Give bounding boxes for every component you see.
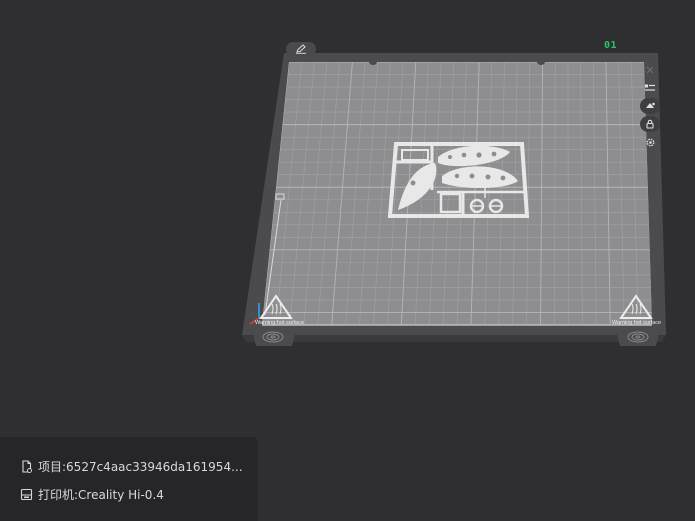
list-icon [645, 84, 655, 91]
project-info-panel: 项目:6527c4aac33946da161954... 打印机:Crealit… [0, 437, 258, 521]
printer-name-row[interactable]: 打印机:Creality Hi-0.4 [20, 486, 164, 503]
warning-label-left: Warning hot surface [255, 320, 304, 326]
pencil-icon [296, 44, 306, 54]
plate-number[interactable]: 01 [604, 40, 617, 51]
plate-settings-button[interactable] [640, 134, 660, 150]
auto-orient-button[interactable] [640, 98, 660, 114]
close-plate-button[interactable] [640, 62, 660, 78]
project-name-row[interactable]: 项目:6527c4aac33946da161954... [20, 458, 243, 475]
project-name-label: 项目:6527c4aac33946da161954... [38, 460, 243, 474]
edit-plate-button[interactable] [286, 42, 316, 56]
lock-plate-button[interactable] [640, 116, 660, 132]
settings-gear-icon [646, 138, 654, 146]
document-icon [22, 460, 32, 473]
plate-toolbar [638, 60, 666, 152]
printer-name-label: 打印机:Creality Hi-0.4 [38, 488, 164, 502]
build-plate-base-shadow [242, 335, 666, 342]
close-icon [646, 66, 654, 74]
lock-icon [646, 119, 654, 129]
object-list-button[interactable] [640, 80, 660, 96]
printer-icon [20, 488, 33, 501]
warning-label-right: Warning hot surface [612, 320, 661, 326]
auto-orient-icon [646, 102, 655, 108]
